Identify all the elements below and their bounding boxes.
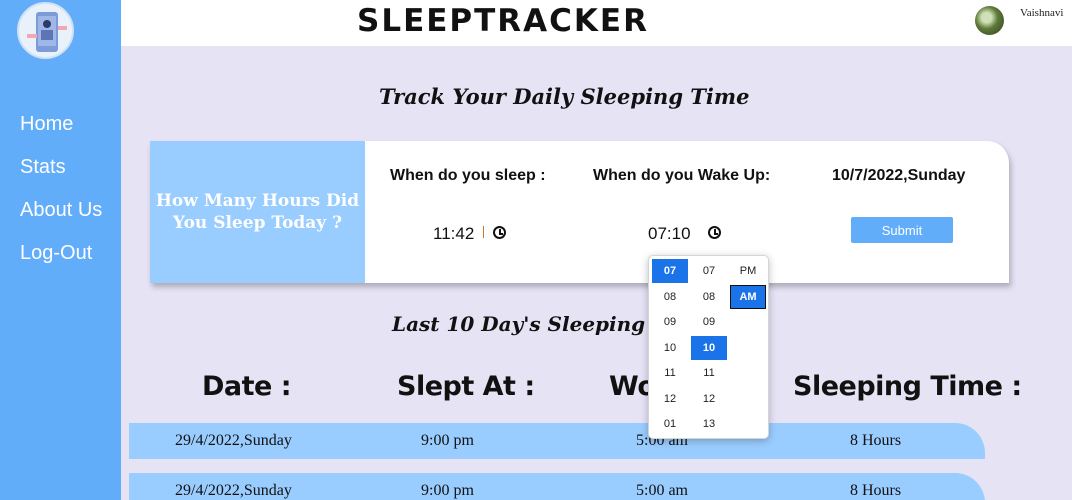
sidebar-item-home[interactable]: Home [20,113,73,136]
wake-time-value: 07:10 [648,224,691,243]
sidebar-item-about-us[interactable]: About Us [20,199,102,222]
current-date: 10/7/2022,Sunday [832,167,966,184]
picker-minute-option[interactable]: 07 [691,259,727,283]
cell-date: 29/4/2022,Sunday [175,482,292,499]
logo-illustration-icon [27,12,67,52]
text-caret [483,226,484,238]
user-name: Vaishnavi [1020,7,1064,19]
page-title: Track Your Daily Sleeping Time [379,84,750,109]
sidebar-item-log-out[interactable]: Log-Out [20,242,92,265]
cell-slept-at: 9:00 pm [421,482,474,499]
picker-hour-option[interactable]: 01 [652,412,688,436]
picker-minute-option[interactable]: 13 [691,412,727,436]
user-avatar[interactable] [975,6,1004,35]
picker-pm-option[interactable]: PM [730,259,766,283]
app-title: SLEEPTRACKER [357,3,649,39]
picker-am-option[interactable]: AM [730,285,766,309]
sleep-time-label: When do you sleep : [390,167,546,184]
clock-icon[interactable] [493,226,506,239]
sleep-time-value: 11:42 [433,224,475,243]
cell-woke-at: 5:00 am [636,482,688,499]
cell-date: 29/4/2022,Sunday [175,432,292,449]
header: SLEEPTRACKER Vaishnavi [121,0,1072,46]
picker-minute-option[interactable]: 10 [691,336,727,360]
clock-icon[interactable] [708,226,721,239]
sleep-entry-card: How Many Hours Did You Sleep Today ? Whe… [150,141,1009,283]
table-row: 29/4/2022,Sunday 9:00 pm 5:00 am 8 Hours [129,423,985,459]
cell-sleeping-time: 8 Hours [850,432,902,449]
picker-hour-option[interactable]: 10 [652,336,688,360]
column-header-sleeping-time: Sleeping Time : [793,371,1022,402]
cell-sleeping-time: 8 Hours [850,482,902,499]
picker-hour-option[interactable]: 08 [652,285,688,309]
card-prompt: How Many Hours Did You Sleep Today ? [150,141,365,283]
app-logo[interactable] [17,2,74,59]
picker-hour-option[interactable]: 09 [652,310,688,334]
wake-time-label: When do you Wake Up: [593,167,771,184]
picker-hour-option[interactable]: 12 [652,387,688,411]
submit-button[interactable]: Submit [851,217,953,243]
cell-slept-at: 9:00 pm [421,432,474,449]
picker-minute-option[interactable]: 11 [691,361,727,385]
picker-hour-option[interactable]: 07 [652,259,688,283]
picker-minute-option[interactable]: 09 [691,310,727,334]
column-header-date: Date : [202,371,292,402]
card-prompt-text: How Many Hours Did You Sleep Today ? [155,191,360,233]
table-row: 29/4/2022,Sunday 9:00 pm 5:00 am 8 Hours [129,473,985,500]
picker-minute-option[interactable]: 08 [691,285,727,309]
sidebar-item-stats[interactable]: Stats [20,156,66,179]
column-header-slept-at: Slept At : [397,371,535,402]
picker-minute-option[interactable]: 12 [691,387,727,411]
time-picker-dropdown: 07 08 09 10 11 12 01 07 08 09 10 11 12 1… [648,255,769,439]
picker-hour-option[interactable]: 11 [652,361,688,385]
sidebar: Home Stats About Us Log-Out [0,0,121,500]
